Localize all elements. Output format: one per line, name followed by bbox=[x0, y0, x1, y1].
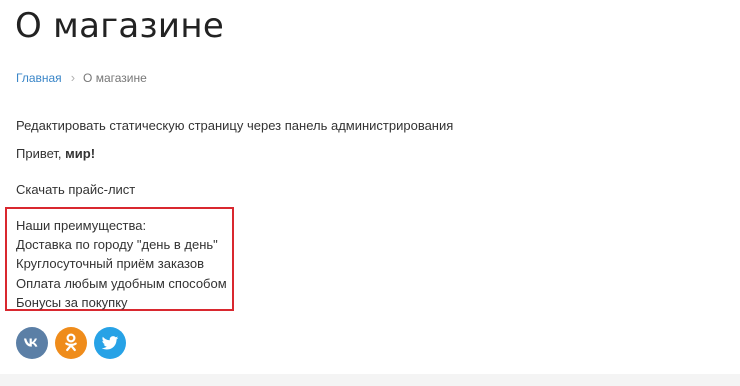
list-item: Бонусы за покупку bbox=[16, 294, 128, 310]
list-item: Оплата любым удобным способом bbox=[16, 275, 227, 291]
greeting-prefix: Привет, bbox=[16, 146, 66, 161]
social-share-buttons bbox=[16, 327, 126, 359]
breadcrumb-separator-icon: › bbox=[70, 70, 76, 85]
breadcrumb-current: О магазине bbox=[83, 70, 147, 85]
odnoklassniki-share-button[interactable] bbox=[55, 327, 87, 359]
breadcrumb: Главная › О магазине bbox=[16, 70, 147, 85]
greeting-text: Привет, мир! bbox=[16, 144, 95, 163]
twitter-icon bbox=[101, 335, 119, 349]
greeting-bold: мир! bbox=[65, 146, 96, 161]
twitter-share-button[interactable] bbox=[94, 327, 126, 359]
odnoklassniki-icon bbox=[65, 333, 77, 352]
list-item: Круглосуточный приём заказов bbox=[16, 256, 205, 272]
download-price-list-link[interactable]: Скачать прайс-лист bbox=[16, 180, 135, 199]
page-title: О магазине bbox=[15, 6, 225, 46]
footer-divider bbox=[0, 374, 740, 386]
vk-share-button[interactable] bbox=[16, 327, 48, 359]
list-item: Доставка по городу "день в день" bbox=[16, 237, 218, 253]
vk-icon bbox=[24, 338, 38, 347]
breadcrumb-home-link[interactable]: Главная bbox=[16, 71, 62, 85]
edit-static-page-link[interactable]: Редактировать статическую страницу через… bbox=[16, 116, 453, 135]
advantages-heading: Наши преимущества: bbox=[16, 218, 147, 233]
advantages-list: Наши преимущества: Доставка по городу "д… bbox=[16, 216, 227, 312]
